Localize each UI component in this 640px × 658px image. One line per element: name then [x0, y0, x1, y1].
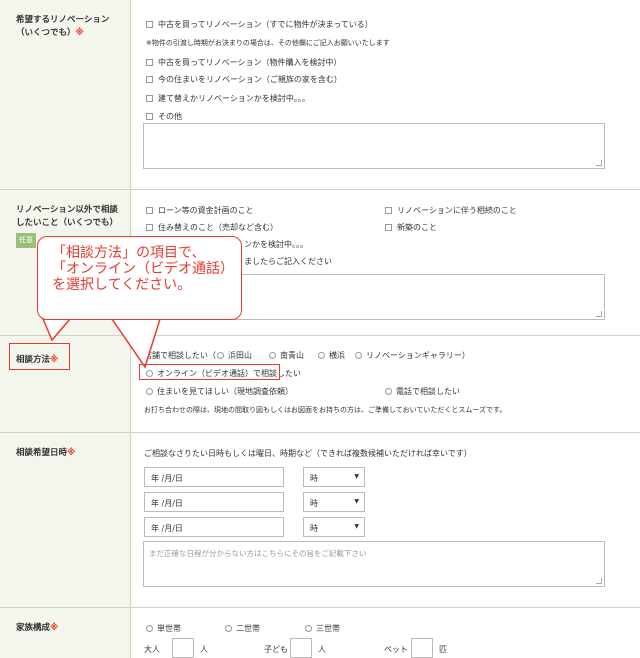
instruction-callout: 「相談方法」の項目で、 「オンライン（ビデオ通話） を選択してください。	[37, 236, 242, 320]
required-mark: ※	[50, 355, 59, 365]
callout-line-1: 「相談方法」の項目で、	[52, 245, 206, 261]
callout-line-2: 「オンライン（ビデオ通話）	[52, 261, 234, 277]
inquiry-form: 希望するリノベーション （いくつでも）※ 中古を買ってリノベーション（すでに物件…	[0, 0, 640, 658]
method-label-highlight: 相談方法※	[9, 343, 70, 370]
callout-pointer	[41, 316, 162, 369]
online-option-highlight	[139, 364, 280, 380]
method-label-text: 相談方法	[16, 355, 51, 365]
callout-line-3: を選択してください。	[52, 277, 192, 293]
